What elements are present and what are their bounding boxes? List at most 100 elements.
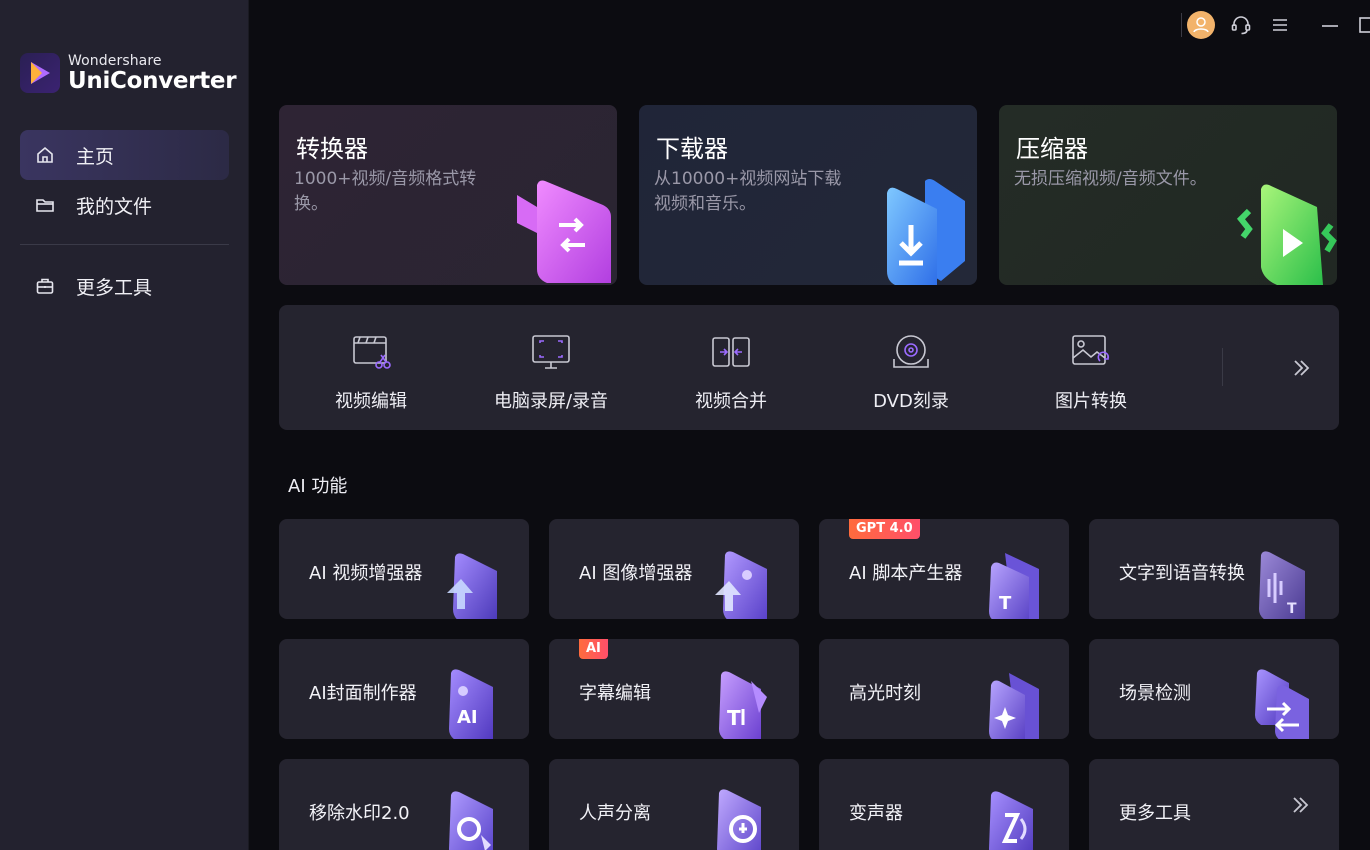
svg-text:T: T	[999, 593, 1012, 614]
ai-script-generator-card[interactable]: GPT 4.0 AI 脚本产生器 T	[819, 519, 1069, 619]
vocal-remover-card[interactable]: 人声分离	[549, 759, 799, 850]
ai-card-label: AI 图像增强器	[579, 563, 693, 584]
app-logo: Wondershare UniConverter	[20, 52, 237, 94]
tool-image-convert[interactable]: 图片转换	[1001, 305, 1181, 430]
card-title: 下载器	[656, 135, 728, 163]
voice-changer-icon	[989, 791, 1033, 850]
sidebar-item-label: 更多工具	[76, 276, 153, 299]
card-title: 压缩器	[1016, 135, 1088, 163]
ai-card-label: 变声器	[849, 803, 903, 824]
subtitle-editor-icon: T	[719, 671, 767, 739]
screen-record-icon	[532, 335, 570, 369]
support-button[interactable]	[1226, 10, 1256, 40]
tool-video-edit[interactable]: 视频编辑	[281, 305, 461, 430]
menu-icon	[1273, 19, 1287, 31]
script-generator-icon: T	[989, 553, 1039, 619]
ai-card-label: AI 脚本产生器	[849, 563, 963, 584]
text-to-speech-card[interactable]: 文字到语音转换 T	[1089, 519, 1339, 619]
card-title: 转换器	[296, 135, 368, 163]
folder-icon	[34, 194, 56, 216]
scene-detection-icon	[1255, 669, 1309, 739]
sidebar-item-home[interactable]: 主页	[20, 130, 229, 180]
compressor-icon	[1236, 184, 1337, 285]
ai-section-title: AI 功能	[288, 476, 348, 497]
more-ai-tools-card[interactable]: 更多工具	[1089, 759, 1339, 850]
thumbnail-maker-icon: AI	[449, 669, 493, 739]
sidebar: Wondershare UniConverter 主页 我的文件 更多工具	[0, 0, 249, 850]
scene-detection-card[interactable]: 场景检测	[1089, 639, 1339, 739]
double-chevron-right-icon	[1294, 360, 1310, 376]
headset-icon	[1231, 16, 1251, 35]
sidebar-divider	[20, 244, 229, 245]
tools-divider	[1222, 348, 1223, 386]
downloader-card[interactable]: 下载器 从10000+视频网站下载视频和音乐。	[639, 105, 977, 285]
more-tools-button[interactable]	[1279, 352, 1323, 384]
image-convert-icon	[1072, 335, 1110, 365]
quick-tools-panel: 视频编辑 电脑录屏/录音 视频合并 DVD刻录 图片转换	[279, 305, 1339, 430]
video-edit-icon	[353, 336, 391, 369]
card-description: 从10000+视频网站下载视频和音乐。	[654, 169, 842, 214]
svg-text:T: T	[727, 706, 741, 730]
title-bar	[1070, 0, 1370, 50]
svg-text:AI: AI	[457, 707, 478, 728]
ai-card-label: 场景检测	[1119, 683, 1191, 704]
ai-card-label: 更多工具	[1119, 803, 1191, 824]
toolbox-icon	[34, 275, 56, 297]
ai-image-enhancer-card[interactable]: AI 图像增强器	[549, 519, 799, 619]
ai-video-enhancer-card[interactable]: AI 视频增强器	[279, 519, 529, 619]
user-avatar-button[interactable]	[1186, 10, 1216, 40]
downloader-icon	[887, 179, 965, 285]
card-description: 1000+视频/音频格式转换。	[294, 169, 477, 214]
tool-label: 电脑录屏/录音	[493, 391, 609, 412]
compressor-card[interactable]: 压缩器 无损压缩视频/音频文件。	[999, 105, 1337, 285]
ai-card-label: 文字到语音转换	[1119, 563, 1245, 584]
dvd-burn-icon	[893, 335, 929, 368]
watermark-remover-card[interactable]: 移除水印2.0	[279, 759, 529, 850]
converter-card[interactable]: 转换器 1000+视频/音频格式转换。	[279, 105, 617, 285]
converter-icon	[517, 180, 611, 283]
ai-badge: AI	[579, 639, 608, 659]
double-chevron-right-icon	[1293, 797, 1309, 813]
video-enhancer-icon	[447, 553, 497, 619]
sidebar-item-label: 主页	[76, 145, 115, 168]
minimize-icon	[1322, 25, 1338, 27]
highlights-icon	[989, 673, 1039, 739]
sidebar-item-more-tools[interactable]: 更多工具	[20, 261, 229, 311]
subtitle-editor-card[interactable]: AI 字幕编辑 T	[549, 639, 799, 739]
sidebar-item-label: 我的文件	[76, 195, 153, 218]
minimize-button[interactable]	[1315, 10, 1345, 40]
uniconverter-logo-icon	[20, 53, 60, 93]
card-description: 无损压缩视频/音频文件。	[1014, 169, 1207, 189]
home-icon	[34, 144, 56, 166]
brand-main: UniConverter	[68, 67, 237, 94]
ai-thumbnail-maker-card[interactable]: AI封面制作器 AI	[279, 639, 529, 739]
titlebar-divider	[1181, 13, 1182, 37]
menu-button[interactable]	[1265, 10, 1295, 40]
ai-card-label: AI封面制作器	[309, 683, 417, 704]
ai-card-label: 移除水印2.0	[309, 803, 410, 824]
tool-label: 视频编辑	[335, 391, 407, 412]
maximize-button[interactable]	[1352, 10, 1370, 40]
tool-label: 图片转换	[1055, 391, 1127, 412]
tool-label: 视频合并	[695, 391, 767, 412]
voice-changer-card[interactable]: 变声器	[819, 759, 1069, 850]
vocal-remover-icon	[717, 789, 761, 850]
tool-label: DVD刻录	[873, 391, 949, 412]
highlights-card[interactable]: 高光时刻	[819, 639, 1069, 739]
image-enhancer-icon	[715, 551, 767, 619]
ai-card-label: 人声分离	[579, 803, 651, 824]
ai-card-label: 高光时刻	[849, 683, 921, 704]
watermark-remover-icon	[449, 791, 493, 850]
user-avatar-icon	[1187, 11, 1215, 39]
tool-screen-record[interactable]: 电脑录屏/录音	[461, 305, 641, 430]
brand-sub: Wondershare	[68, 52, 162, 69]
sidebar-item-my-files[interactable]: 我的文件	[20, 180, 229, 230]
ai-card-label: 字幕编辑	[579, 683, 651, 704]
svg-text:T: T	[1287, 601, 1297, 617]
maximize-icon	[1359, 17, 1370, 33]
tool-dvd-burn[interactable]: DVD刻录	[821, 305, 1001, 430]
gpt-badge: GPT 4.0	[849, 519, 920, 539]
video-merge-icon	[712, 337, 750, 367]
tool-video-merge[interactable]: 视频合并	[641, 305, 821, 430]
text-to-speech-icon: T	[1259, 551, 1305, 619]
